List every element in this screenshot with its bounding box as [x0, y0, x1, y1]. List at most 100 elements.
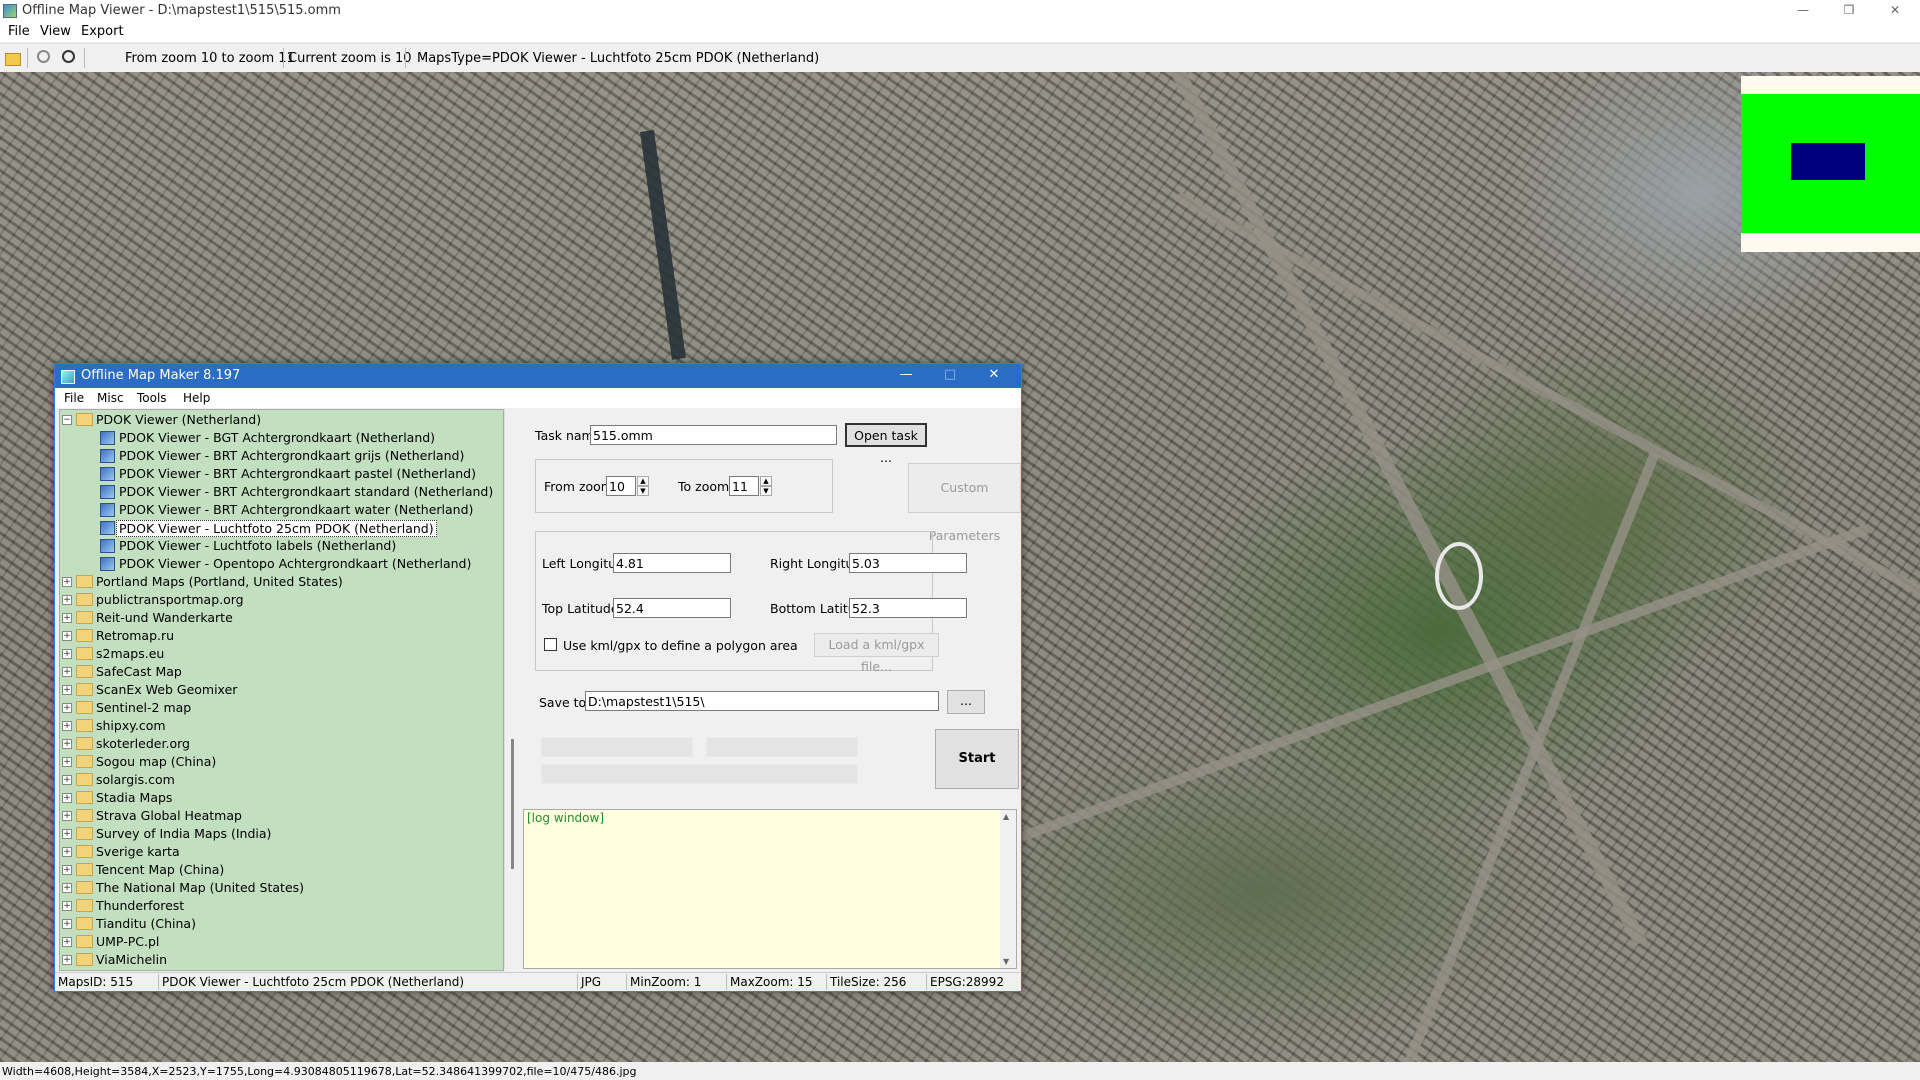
- to-zoom-input[interactable]: 11: [729, 476, 759, 496]
- menu-file[interactable]: File: [8, 24, 30, 39]
- save-to-input[interactable]: D:\mapstest1\515\: [585, 691, 939, 711]
- tree-node-folder[interactable]: + Sentinel-2 map: [62, 699, 492, 717]
- dialog-menu-misc[interactable]: Misc: [97, 391, 124, 405]
- left-longitude-input[interactable]: 4.81: [613, 553, 731, 573]
- expand-icon[interactable]: +: [62, 919, 72, 929]
- start-button[interactable]: Start: [935, 729, 1019, 789]
- load-kml-button[interactable]: Load a kml/gpx file...: [814, 633, 939, 674]
- expand-icon[interactable]: +: [62, 703, 72, 713]
- expand-icon[interactable]: +: [62, 595, 72, 605]
- expand-icon[interactable]: +: [62, 811, 72, 821]
- kml-checkbox[interactable]: [544, 638, 557, 651]
- tree-node-folder[interactable]: + ScanEx Web Geomixer: [62, 681, 492, 699]
- right-longitude-input[interactable]: 5.03: [849, 553, 967, 573]
- scroll-down-icon[interactable]: ▼: [1003, 957, 1009, 966]
- spin-up-icon[interactable]: ▲: [637, 476, 649, 486]
- map-source-tree[interactable]: − PDOK Viewer (Netherland) PDOK Viewer -…: [59, 409, 504, 971]
- tree-scrollbar[interactable]: [504, 409, 523, 969]
- expand-icon[interactable]: +: [62, 865, 72, 875]
- tree-node-map[interactable]: PDOK Viewer - Opentopo Achtergrondkaart …: [62, 555, 492, 573]
- open-folder-icon[interactable]: [5, 53, 21, 66]
- tree-node-map[interactable]: PDOK Viewer - BGT Achtergrondkaart (Neth…: [62, 429, 492, 447]
- menu-view[interactable]: View: [40, 24, 71, 39]
- tree-node-folder[interactable]: + Thunderforest: [62, 897, 492, 915]
- tree-node-folder[interactable]: + The National Map (United States): [62, 879, 492, 897]
- tree-node-folder[interactable]: + Stadia Maps: [62, 789, 492, 807]
- from-zoom-input[interactable]: 10: [606, 476, 636, 496]
- tree-node-folder[interactable]: + s2maps.eu: [62, 645, 492, 663]
- expand-icon[interactable]: +: [62, 757, 72, 767]
- tree-node-folder[interactable]: + Tianditu (China): [62, 915, 492, 933]
- spin-down-icon[interactable]: ▼: [637, 486, 649, 496]
- expand-icon[interactable]: +: [62, 793, 72, 803]
- from-zoom-stepper[interactable]: ▲ ▼: [637, 476, 649, 496]
- bottom-latitude-input[interactable]: 52.3: [849, 598, 967, 618]
- expand-icon[interactable]: +: [62, 775, 72, 785]
- expand-icon[interactable]: +: [62, 901, 72, 911]
- log-text: [log window]: [527, 811, 604, 825]
- expand-icon[interactable]: +: [62, 631, 72, 641]
- restore-icon[interactable]: ❐: [1826, 0, 1872, 22]
- tree-node-folder[interactable]: + solargis.com: [62, 771, 492, 789]
- zoom-in-icon[interactable]: [62, 50, 75, 63]
- spin-up-icon[interactable]: ▲: [760, 476, 772, 486]
- to-zoom-stepper[interactable]: ▲ ▼: [760, 476, 772, 496]
- expand-icon[interactable]: +: [62, 955, 72, 965]
- tree-node-root[interactable]: − PDOK Viewer (Netherland): [62, 411, 492, 429]
- close-icon[interactable]: ✕: [1872, 0, 1918, 22]
- top-latitude-input[interactable]: 52.4: [613, 598, 731, 618]
- dialog-menu-file[interactable]: File: [64, 391, 84, 405]
- tree-node-map[interactable]: PDOK Viewer - BRT Achtergrondkaart water…: [62, 501, 492, 519]
- tree-node-folder[interactable]: + Survey of India Maps (India): [62, 825, 492, 843]
- minimize-icon[interactable]: —: [1780, 0, 1826, 22]
- tree-node-folder[interactable]: + Retromap.ru: [62, 627, 492, 645]
- task-name-input[interactable]: 515.omm: [590, 425, 837, 445]
- tree-node-folder[interactable]: + Tencent Map (China): [62, 861, 492, 879]
- expand-icon[interactable]: +: [62, 829, 72, 839]
- tree-node-map[interactable]: PDOK Viewer - BRT Achtergrondkaart stand…: [62, 483, 493, 501]
- expand-icon[interactable]: +: [62, 937, 72, 947]
- main-menubar: File View Export: [0, 22, 1920, 42]
- tree-node-folder[interactable]: + ViaMichelin: [62, 951, 492, 969]
- expand-icon[interactable]: +: [62, 883, 72, 893]
- tree-node-folder[interactable]: + publictransportmap.org: [62, 591, 492, 609]
- spin-down-icon[interactable]: ▼: [760, 486, 772, 496]
- log-window[interactable]: [log window] ▲ ▼: [523, 809, 1017, 969]
- tree-node-folder[interactable]: + Strava Global Heatmap: [62, 807, 492, 825]
- expand-icon[interactable]: +: [62, 667, 72, 677]
- dialog-menu-help[interactable]: Help: [183, 391, 210, 405]
- expand-icon[interactable]: +: [62, 649, 72, 659]
- expand-icon[interactable]: +: [62, 847, 72, 857]
- tree-node-map[interactable]: PDOK Viewer - BRT Achtergrondkaart paste…: [62, 465, 492, 483]
- tree-node-folder[interactable]: + Sogou map (China): [62, 753, 492, 771]
- tree-node-folder[interactable]: + Sverige karta: [62, 843, 492, 861]
- scroll-up-icon[interactable]: ▲: [1003, 812, 1009, 821]
- open-task-button[interactable]: Open task ...: [845, 423, 927, 465]
- tree-node-folder[interactable]: + UMP-PC.pl: [62, 933, 492, 951]
- minimap[interactable]: [1741, 76, 1920, 252]
- expand-icon[interactable]: +: [62, 685, 72, 695]
- minimap-viewport[interactable]: [1791, 143, 1865, 180]
- tree-node-folder[interactable]: + Portland Maps (Portland, United States): [62, 573, 492, 591]
- expand-icon[interactable]: +: [62, 613, 72, 623]
- expand-icon[interactable]: +: [62, 721, 72, 731]
- tree-node-folder[interactable]: + skoterleder.org: [62, 735, 492, 753]
- tree-node-map[interactable]: PDOK Viewer - Luchtfoto labels (Netherla…: [62, 537, 492, 555]
- custom-parameters-button[interactable]: Custom Parameters: [908, 463, 1021, 543]
- zoom-out-icon[interactable]: [37, 50, 50, 63]
- scrollbar-thumb[interactable]: [511, 739, 514, 869]
- expand-icon[interactable]: +: [62, 577, 72, 587]
- dialog-close-icon[interactable]: ✕: [972, 364, 1016, 388]
- dialog-menu-tools[interactable]: Tools: [137, 391, 167, 405]
- tree-node-map[interactable]: PDOK Viewer - BRT Achtergrondkaart grijs…: [62, 447, 492, 465]
- collapse-icon[interactable]: −: [62, 415, 72, 425]
- tree-node-folder[interactable]: + SafeCast Map: [62, 663, 492, 681]
- tree-node-map[interactable]: PDOK Viewer - Luchtfoto 25cm PDOK (Nethe…: [62, 519, 492, 537]
- menu-export[interactable]: Export: [81, 24, 124, 39]
- browse-button[interactable]: ...: [947, 690, 985, 714]
- log-scrollbar[interactable]: ▲ ▼: [1000, 810, 1016, 968]
- dialog-minimize-icon[interactable]: —: [884, 364, 928, 388]
- tree-node-folder[interactable]: + shipxy.com: [62, 717, 492, 735]
- tree-node-folder[interactable]: + Reit-und Wanderkarte: [62, 609, 492, 627]
- expand-icon[interactable]: +: [62, 739, 72, 749]
